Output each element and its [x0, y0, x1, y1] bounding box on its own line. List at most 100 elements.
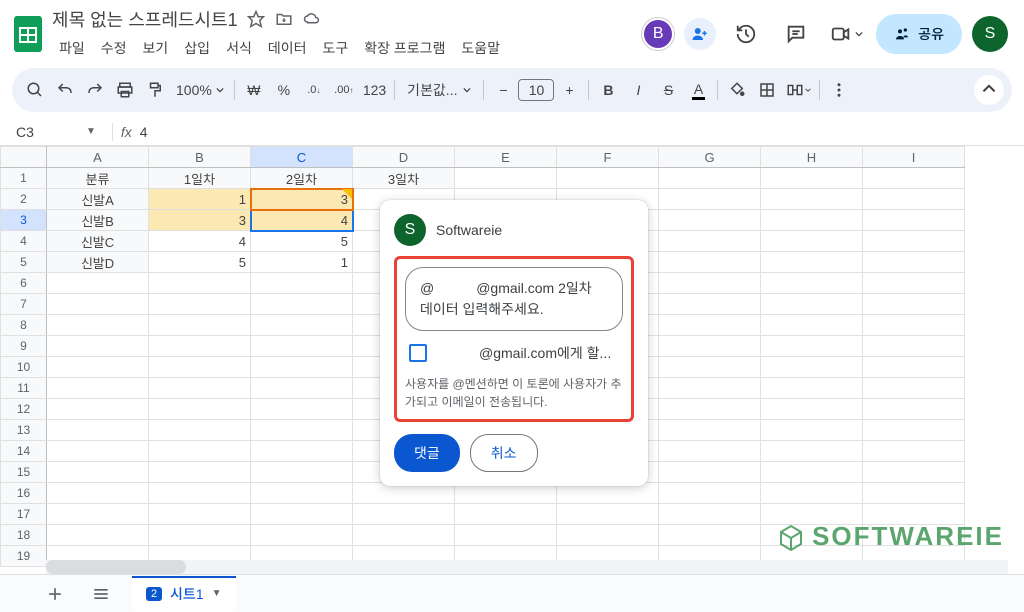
cell[interactable] [149, 525, 251, 546]
cell[interactable] [557, 525, 659, 546]
col-header[interactable]: A [47, 147, 149, 168]
row-header[interactable]: 8 [1, 315, 47, 336]
cell[interactable] [761, 357, 863, 378]
font-size-input[interactable]: 10 [518, 79, 554, 101]
cell[interactable] [149, 462, 251, 483]
cell[interactable] [251, 504, 353, 525]
cell[interactable] [47, 441, 149, 462]
text-color-button[interactable]: A [683, 75, 713, 105]
assign-task-row[interactable]: @gmail.com에게 할... [405, 343, 623, 363]
cell[interactable] [251, 273, 353, 294]
assign-checkbox[interactable] [409, 344, 427, 362]
cell[interactable] [47, 525, 149, 546]
cell[interactable] [863, 399, 965, 420]
cell[interactable] [659, 168, 761, 189]
cell[interactable] [659, 294, 761, 315]
cell[interactable] [659, 210, 761, 231]
fill-color-button[interactable] [722, 75, 752, 105]
cell[interactable] [863, 252, 965, 273]
cloud-status-icon[interactable] [302, 9, 322, 29]
cell[interactable] [863, 357, 965, 378]
cell[interactable]: 4 [149, 231, 251, 252]
merge-cells-button[interactable] [782, 75, 815, 105]
cell[interactable]: 3 [149, 210, 251, 231]
menu-edit[interactable]: 수정 [94, 34, 134, 62]
cell[interactable] [149, 378, 251, 399]
move-folder-icon[interactable] [274, 9, 294, 29]
col-header[interactable]: B [149, 147, 251, 168]
cell[interactable] [659, 336, 761, 357]
cell[interactable]: 1일차 [149, 168, 251, 189]
sheets-logo[interactable] [8, 14, 48, 54]
cell[interactable] [863, 483, 965, 504]
redo-icon[interactable] [80, 75, 110, 105]
col-header[interactable]: F [557, 147, 659, 168]
undo-icon[interactable] [50, 75, 80, 105]
cell[interactable] [761, 273, 863, 294]
comment-input[interactable]: @ @gmail.com 2일차 데이터 입력해주세요. [405, 267, 623, 331]
cell[interactable] [659, 504, 761, 525]
all-sheets-button[interactable] [86, 579, 116, 609]
currency-button[interactable]: ₩ [239, 75, 269, 105]
cell[interactable] [47, 336, 149, 357]
borders-button[interactable] [752, 75, 782, 105]
row-header[interactable]: 17 [1, 504, 47, 525]
cell[interactable] [659, 399, 761, 420]
cell[interactable] [761, 210, 863, 231]
cell[interactable]: 1 [251, 252, 353, 273]
cell[interactable]: 신발D [47, 252, 149, 273]
history-icon[interactable] [726, 14, 766, 54]
cell[interactable] [455, 525, 557, 546]
cell[interactable] [149, 315, 251, 336]
cell[interactable] [659, 483, 761, 504]
cell[interactable] [659, 231, 761, 252]
cell[interactable]: 신발C [47, 231, 149, 252]
cell[interactable] [47, 378, 149, 399]
cell[interactable]: 1 [149, 189, 251, 210]
cell[interactable] [557, 168, 659, 189]
add-sheet-button[interactable] [40, 579, 70, 609]
cell[interactable] [47, 420, 149, 441]
col-header[interactable]: I [863, 147, 965, 168]
row-header[interactable]: 6 [1, 273, 47, 294]
star-icon[interactable] [246, 9, 266, 29]
sheet-dropdown-icon[interactable]: ▼ [212, 588, 222, 599]
cell[interactable] [455, 504, 557, 525]
cell[interactable] [47, 315, 149, 336]
row-header[interactable]: 10 [1, 357, 47, 378]
paint-format-icon[interactable] [140, 75, 170, 105]
col-header[interactable]: D [353, 147, 455, 168]
row-header[interactable]: 12 [1, 399, 47, 420]
row-header[interactable]: 16 [1, 483, 47, 504]
menu-view[interactable]: 보기 [136, 34, 176, 62]
cell[interactable] [761, 462, 863, 483]
bold-button[interactable]: B [593, 75, 623, 105]
cell[interactable] [251, 441, 353, 462]
cell[interactable] [251, 336, 353, 357]
name-box-dropdown-icon[interactable]: ▼ [86, 126, 96, 137]
cell[interactable] [863, 231, 965, 252]
cell[interactable] [761, 420, 863, 441]
comments-icon[interactable] [776, 14, 816, 54]
cell[interactable] [761, 294, 863, 315]
menu-insert[interactable]: 삽입 [177, 34, 217, 62]
cell[interactable] [761, 399, 863, 420]
cell[interactable] [863, 336, 965, 357]
font-dropdown[interactable]: 기본값... [399, 80, 479, 100]
cell[interactable] [761, 483, 863, 504]
cell[interactable] [761, 189, 863, 210]
cell[interactable] [761, 378, 863, 399]
italic-button[interactable]: I [623, 75, 653, 105]
row-header[interactable]: 15 [1, 462, 47, 483]
cell[interactable] [863, 168, 965, 189]
col-header[interactable]: E [455, 147, 557, 168]
row-header[interactable]: 2 [1, 189, 47, 210]
cell[interactable] [251, 315, 353, 336]
menu-file[interactable]: 파일 [52, 34, 92, 62]
cell[interactable] [353, 504, 455, 525]
cell[interactable] [659, 315, 761, 336]
cell[interactable] [761, 252, 863, 273]
menu-format[interactable]: 서식 [219, 34, 259, 62]
cell[interactable] [149, 441, 251, 462]
cell[interactable] [557, 504, 659, 525]
